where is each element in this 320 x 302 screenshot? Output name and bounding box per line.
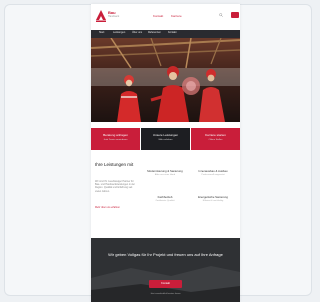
- card-subtitle: Offene Stellen: [208, 139, 223, 141]
- feature-title: Fachbetrieb: [157, 195, 173, 199]
- feature-subtitle: Effizient & nachhaltig: [202, 200, 224, 203]
- feature-item: Energetische Sanierung Effizient & nachh…: [193, 195, 233, 203]
- card-subtitle: Jetzt Termin vereinbaren: [103, 139, 128, 141]
- cta-subtext: Jetzt unverbindlich beraten lassen: [150, 293, 181, 295]
- nav-item-contact[interactable]: Kontakt: [168, 31, 176, 35]
- nav-item-about[interactable]: Über uns: [132, 31, 142, 35]
- nav-item-references[interactable]: Referenzen: [148, 31, 161, 35]
- feature-item: Innenausbau & Ausbau Professionell umges…: [193, 169, 233, 177]
- header-link-contact[interactable]: Kontakt: [153, 15, 163, 18]
- feature-item: Modernisierung & Sanierung Alles aus ein…: [145, 169, 185, 177]
- nav-item-services[interactable]: Leistungen: [113, 31, 125, 35]
- feature-subtitle: Zertifizierte Qualität: [155, 200, 175, 203]
- cta-contact-button[interactable]: Kontakt: [149, 280, 182, 288]
- card-subtitle: Mehr erfahren: [158, 139, 173, 141]
- card-title: Unsere Leistungen: [152, 133, 179, 137]
- cta-heading: Wir geben Vollgas für Ihr Projekt und fr…: [108, 252, 223, 257]
- contact-cta-section: Wir geben Vollgas für Ihr Projekt und fr…: [91, 238, 240, 302]
- card-consultation[interactable]: Beratung anfragen Jetzt Termin vereinbar…: [91, 128, 140, 150]
- hero-image: [91, 38, 240, 122]
- menu-button[interactable]: [231, 12, 239, 24]
- header-link-career[interactable]: Karriere: [171, 15, 182, 18]
- website-preview: Bau Handwerk Kontakt Karriere Start Leis…: [91, 4, 240, 302]
- card-title: Beratung anfragen: [103, 133, 128, 137]
- about-section: Ihre Leistungen mit Wir sind Ihr zuverlä…: [91, 158, 240, 236]
- feature-subtitle: Professionell umgesetzt: [201, 174, 225, 177]
- nav-item-start[interactable]: Start: [99, 31, 104, 35]
- hero-illustration: [91, 38, 240, 122]
- card-title: Karriere starten: [205, 133, 226, 137]
- feature-subtitle: Alles aus einer Hand: [154, 174, 176, 177]
- feature-title: Modernisierung & Sanierung: [147, 169, 183, 173]
- about-heading: Ihre Leistungen mit: [95, 162, 134, 167]
- card-services[interactable]: Unsere Leistungen Mehr erfahren: [141, 128, 190, 150]
- search-icon[interactable]: [219, 13, 223, 17]
- cta-button-label: Kontakt: [161, 281, 170, 285]
- logo-icon[interactable]: [96, 10, 106, 22]
- logo-subtext: Handwerk: [108, 15, 120, 18]
- feature-title: Energetische Sanierung: [198, 195, 228, 199]
- site-header: Bau Handwerk Kontakt Karriere: [91, 4, 240, 30]
- feature-item: Fachbetrieb Zertifizierte Qualität: [145, 195, 185, 203]
- menu-icon: [233, 20, 237, 24]
- feature-title: Innenausbau & Ausbau: [198, 169, 228, 173]
- main-nav: Start Leistungen Über uns Referenzen Kon…: [91, 30, 240, 38]
- about-paragraph: Wir sind Ihr zuverlässiger Partner für B…: [95, 180, 135, 193]
- cta-cards: Beratung anfragen Jetzt Termin vereinbar…: [91, 128, 240, 150]
- about-link[interactable]: Mehr über uns erfahren: [95, 206, 139, 209]
- card-career[interactable]: Karriere starten Offene Stellen: [191, 128, 240, 150]
